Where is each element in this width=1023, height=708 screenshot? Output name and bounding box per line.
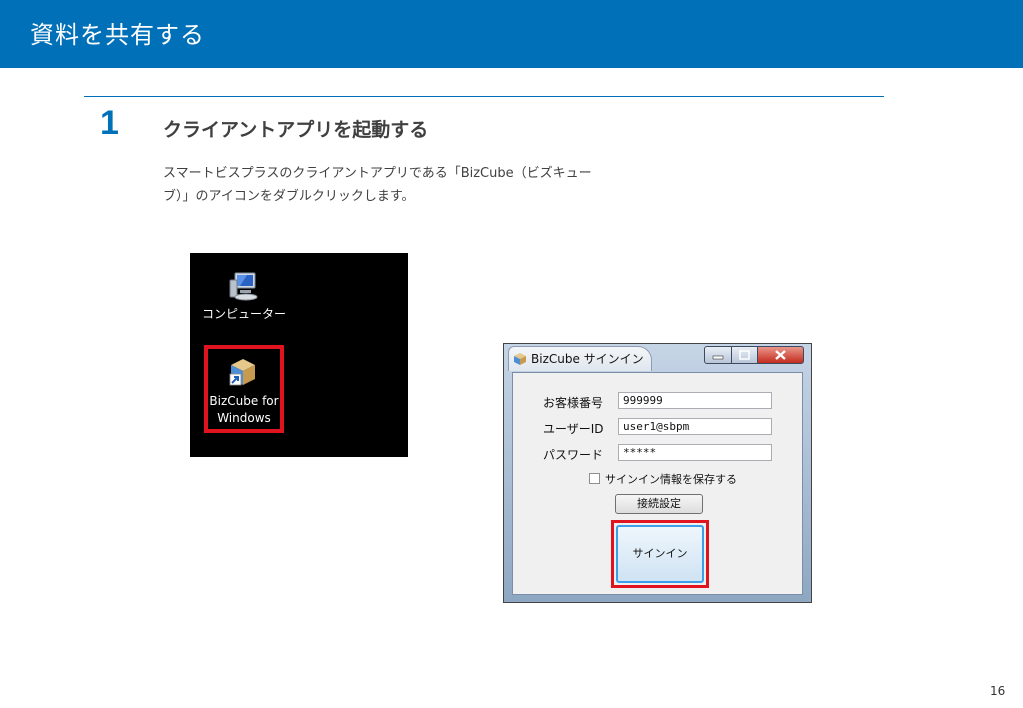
- maximize-button[interactable]: [731, 346, 758, 364]
- step-title: クライアントアプリを起動する: [163, 119, 429, 141]
- dialog-titlebar[interactable]: BizCube サインイン: [504, 344, 811, 372]
- customer-number-label: お客様番号: [543, 396, 604, 410]
- dialog-body: お客様番号 999999 ユーザーID user1@sbpm パスワード ***…: [512, 372, 803, 595]
- bizcube-app-icon[interactable]: [227, 356, 259, 388]
- close-button[interactable]: [757, 346, 804, 364]
- minimize-icon: [712, 355, 724, 360]
- step-description-line2: ブ）」のアイコンをダブルクリックします。: [163, 189, 415, 204]
- app-label-line2: Windows: [217, 411, 271, 425]
- signin-button[interactable]: サインイン: [616, 525, 704, 583]
- close-icon: [775, 350, 786, 360]
- password-input[interactable]: *****: [618, 444, 772, 461]
- user-id-label: ユーザーID: [543, 422, 604, 436]
- computer-icon[interactable]: [228, 271, 260, 301]
- user-id-input[interactable]: user1@sbpm: [618, 418, 772, 435]
- minimize-button[interactable]: [704, 346, 732, 364]
- bizcube-small-icon: [514, 353, 526, 365]
- window-controls: [704, 346, 805, 364]
- customer-number-input[interactable]: 999999: [618, 392, 772, 409]
- save-signin-checkbox[interactable]: [589, 473, 600, 484]
- save-signin-label[interactable]: サインイン情報を保存する: [605, 471, 737, 487]
- desktop-screenshot: コンピューター BizCube for Windows: [190, 253, 408, 457]
- computer-label: コンピューター: [201, 307, 286, 321]
- dialog-title: BizCube サインイン: [531, 352, 644, 366]
- app-label: BizCube for Windows: [204, 393, 284, 427]
- step-description: スマートビスプラスのクライアントアプリである「BizCube（ビズキュー ブ）」…: [163, 162, 683, 208]
- signin-dialog: BizCube サインイン お客様番号 999999 ユーザーID user1@…: [503, 343, 812, 603]
- step-number: 1: [100, 104, 119, 142]
- step-description-line1: スマートビスプラスのクライアントアプリである「BizCube（ビズキュー: [163, 166, 592, 181]
- connection-settings-button[interactable]: 接続設定: [615, 494, 703, 514]
- app-label-line1: BizCube for: [209, 394, 279, 408]
- password-label: パスワード: [543, 448, 604, 462]
- section-divider: [84, 96, 884, 97]
- page-title: 資料を共有する: [30, 21, 205, 49]
- maximize-icon: [739, 350, 750, 360]
- page-number: 16: [990, 684, 1006, 698]
- header-bar: 資料を共有する: [0, 0, 1023, 68]
